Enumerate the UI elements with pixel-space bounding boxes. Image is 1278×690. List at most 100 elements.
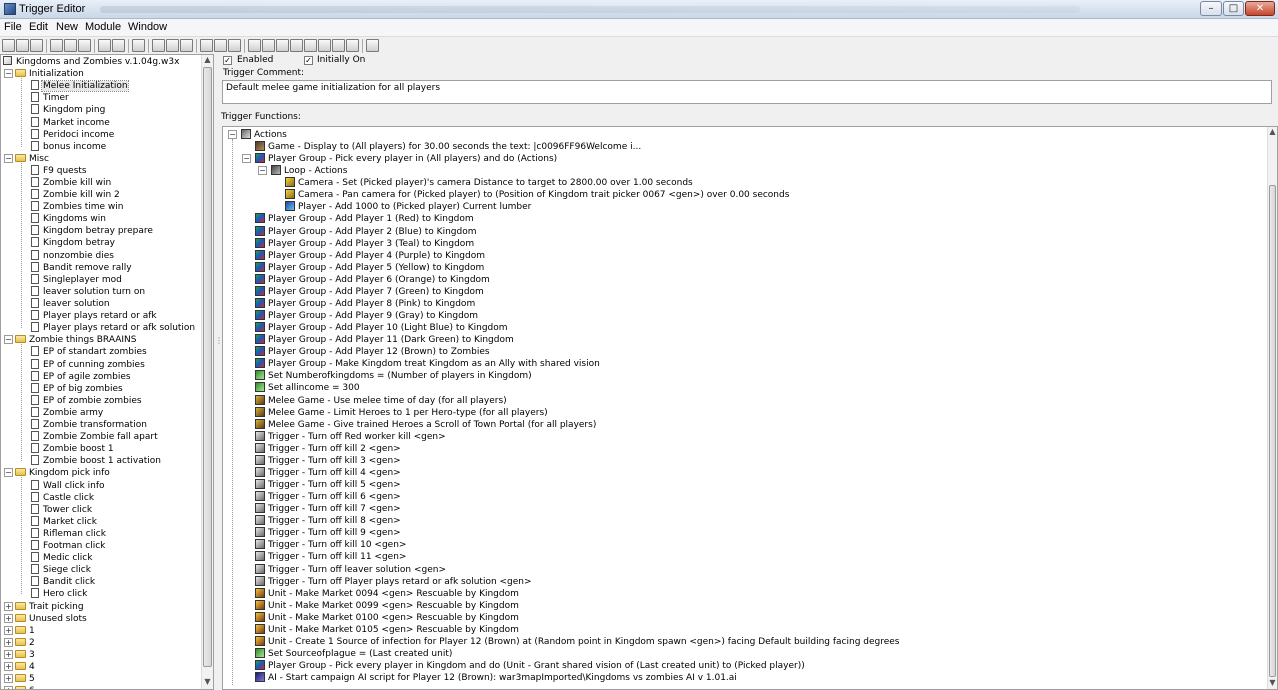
maximize-button[interactable]: □ xyxy=(1223,1,1244,16)
trigger-function-row[interactable]: Player Group - Add Player 2 (Blue) to Ki… xyxy=(255,226,476,238)
trigger-function-row[interactable]: Trigger - Turn off kill 5 <gen> xyxy=(255,479,401,491)
tree-category[interactable]: 2 xyxy=(15,637,35,649)
tree-trigger-item[interactable]: Singleplayer mod xyxy=(31,274,122,286)
functions-scroll-thumb[interactable] xyxy=(1269,185,1276,677)
trigger-function-row[interactable]: Melee Game - Give trained Heroes a Scrol… xyxy=(255,419,596,431)
functions-scrollbar[interactable]: ▲ ▼ xyxy=(1267,127,1277,689)
trigger-function-row[interactable]: AI - Start campaign AI script for Player… xyxy=(255,672,737,684)
tree-trigger-item[interactable]: Medic click xyxy=(31,552,92,564)
tree-trigger-item[interactable]: Kingdom ping xyxy=(31,104,105,116)
trigger-function-row[interactable]: Trigger - Turn off kill 4 <gen> xyxy=(255,467,401,479)
tree-category[interactable]: 6 xyxy=(15,685,35,689)
ai-editor-icon[interactable] xyxy=(290,39,303,52)
trigger-function-row[interactable]: Set allincome = 300 xyxy=(255,382,360,394)
trigger-function-row[interactable]: Trigger - Turn off kill 9 <gen> xyxy=(255,527,401,539)
tree-trigger-item[interactable]: Zombies time win xyxy=(31,201,124,213)
trigger-tree-panel[interactable]: ▲ ▼ Kingdoms and Zombies v.1.04g.w3x − Ini… xyxy=(0,54,214,690)
trigger-function-row[interactable]: Player Group - Add Player 12 (Brown) to … xyxy=(255,346,490,358)
tree-trigger-item[interactable]: Zombie kill win 2 xyxy=(31,189,120,201)
trigger-function-row[interactable]: Set Sourceofplague = (Last created unit) xyxy=(255,648,452,660)
trigger-function-row[interactable]: Game - Display to (All players) for 30.0… xyxy=(255,141,641,153)
trigger-function-row[interactable]: Player Group - Pick every player in (All… xyxy=(255,153,557,165)
initially-on-checkbox[interactable]: ✓ xyxy=(304,56,313,65)
close-button[interactable]: ✕ xyxy=(1245,1,1275,16)
minimize-button[interactable]: – xyxy=(1200,1,1222,16)
trigger-function-row[interactable]: Trigger - Turn off kill 8 <gen> xyxy=(255,515,401,527)
tree-scroll-up-icon[interactable]: ▲ xyxy=(202,55,213,64)
menu-edit[interactable]: Edit xyxy=(29,21,48,33)
tree-trigger-item[interactable]: Melee Initialization xyxy=(31,80,129,92)
tree-trigger-item[interactable]: Market income xyxy=(31,117,110,129)
trigger-editor-icon[interactable] xyxy=(228,39,241,52)
trigger-function-row[interactable]: Loop - Actions xyxy=(271,165,347,177)
tree-trigger-item[interactable]: Zombie army xyxy=(31,407,103,419)
category-expander-icon[interactable]: + xyxy=(4,602,13,611)
tree-category[interactable]: Zombie things BRAAINS xyxy=(15,334,136,346)
trigger-function-row[interactable]: Set Numberofkingdoms = (Number of player… xyxy=(255,370,532,382)
trigger-function-row[interactable]: Player Group - Make Kingdom treat Kingdo… xyxy=(255,358,600,370)
tree-trigger-item[interactable]: Bandit remove rally xyxy=(31,262,132,274)
category-expander-icon[interactable]: − xyxy=(4,154,13,163)
tree-trigger-item[interactable]: F9 quests xyxy=(31,165,87,177)
tree-trigger-item[interactable]: Footman click xyxy=(31,540,105,552)
campaign-editor-icon[interactable] xyxy=(276,39,289,52)
trigger-function-row[interactable]: Unit - Make Market 0094 <gen> Rescuable … xyxy=(255,588,519,600)
tree-trigger-item[interactable]: Peridoci income xyxy=(31,129,114,141)
tree-trigger-item[interactable]: EP of agile zombies xyxy=(31,371,131,383)
tree-trigger-item[interactable]: Rifleman click xyxy=(31,528,106,540)
trigger-function-row[interactable]: Trigger - Turn off Red worker kill <gen> xyxy=(255,431,446,443)
tree-trigger-item[interactable]: EP of cunning zombies xyxy=(31,359,145,371)
tree-trigger-item[interactable]: Player plays retard or afk solution xyxy=(31,322,195,334)
tree-trigger-item[interactable]: Zombie kill win xyxy=(31,177,111,189)
paste-icon[interactable] xyxy=(78,39,91,52)
trigger-function-row[interactable]: Trigger - Turn off kill 2 <gen> xyxy=(255,443,401,455)
tree-category[interactable]: Trait picking xyxy=(15,601,84,613)
trigger-function-row[interactable]: Player Group - Add Player 5 (Yellow) to … xyxy=(255,262,484,274)
trigger-functions-tree[interactable]: ▲ ▼ − Actions Game - Display to (All playe… xyxy=(222,126,1278,690)
menu-file[interactable]: File xyxy=(4,21,22,33)
tree-category[interactable]: 5 xyxy=(15,673,35,685)
trigger-function-row[interactable]: Trigger - Turn off kill 11 <gen> xyxy=(255,551,406,563)
trigger-function-row[interactable]: Player Group - Add Player 1 (Red) to Kin… xyxy=(255,213,474,225)
trigger-function-row[interactable]: Trigger - Turn off kill 3 <gen> xyxy=(255,455,401,467)
undo-icon[interactable] xyxy=(98,39,111,52)
trigger-function-row[interactable]: Player Group - Add Player 7 (Green) to K… xyxy=(255,286,484,298)
category-expander-icon[interactable]: + xyxy=(4,650,13,659)
tree-category[interactable]: 1 xyxy=(15,625,35,637)
tree-scroll-thumb[interactable] xyxy=(203,67,212,667)
functions-scroll-up-icon[interactable]: ▲ xyxy=(1268,127,1277,136)
sound-editor-icon[interactable] xyxy=(248,39,261,52)
tree-trigger-item[interactable]: leaver solution xyxy=(31,298,110,310)
copy-icon[interactable] xyxy=(64,39,77,52)
tree-category[interactable]: 3 xyxy=(15,649,35,661)
trigger-function-row[interactable]: Unit - Create 1 Source of infection for … xyxy=(255,636,900,648)
trigger-function-row[interactable]: Player Group - Pick every player in King… xyxy=(255,660,805,672)
terrain-editor-icon[interactable] xyxy=(200,39,213,52)
functions-scroll-down-icon[interactable]: ▼ xyxy=(1268,678,1277,687)
tree-trigger-item[interactable]: Kingdom betray xyxy=(31,237,115,249)
tree-trigger-item[interactable]: leaver solution turn on xyxy=(31,286,145,298)
tree-trigger-item[interactable]: Bandit click xyxy=(31,576,95,588)
enabled-checkbox[interactable]: ✓ xyxy=(223,56,232,65)
tree-trigger-item[interactable]: Kingdom betray prepare xyxy=(31,225,153,237)
trigger-function-row[interactable]: Trigger - Turn off Player plays retard o… xyxy=(255,576,532,588)
tree-trigger-item[interactable]: Zombie transformation xyxy=(31,419,147,431)
save-icon[interactable] xyxy=(30,39,43,52)
menu-new[interactable]: New xyxy=(56,21,78,33)
redo-icon[interactable] xyxy=(112,39,125,52)
trigger-function-row[interactable]: Melee Game - Use melee time of day (for … xyxy=(255,395,507,407)
test-map-icon[interactable] xyxy=(346,39,359,52)
tree-scroll-down-icon[interactable]: ▼ xyxy=(202,677,213,686)
tree-trigger-item[interactable]: EP of zombie zombies xyxy=(31,395,142,407)
category-expander-icon[interactable]: − xyxy=(4,335,13,344)
category-expander-icon[interactable]: + xyxy=(4,686,13,689)
object-manager-icon[interactable] xyxy=(332,39,345,52)
tree-trigger-item[interactable]: EP of standart zombies xyxy=(31,346,147,358)
new-category-icon[interactable] xyxy=(152,39,165,52)
tree-category[interactable]: Initialization xyxy=(15,68,84,80)
tree-trigger-item[interactable]: Kingdoms win xyxy=(31,213,106,225)
function-expander-icon[interactable]: − xyxy=(242,154,251,163)
category-expander-icon[interactable]: − xyxy=(4,69,13,78)
menu-window[interactable]: Window xyxy=(128,21,167,33)
menu-module[interactable]: Module xyxy=(85,21,121,33)
